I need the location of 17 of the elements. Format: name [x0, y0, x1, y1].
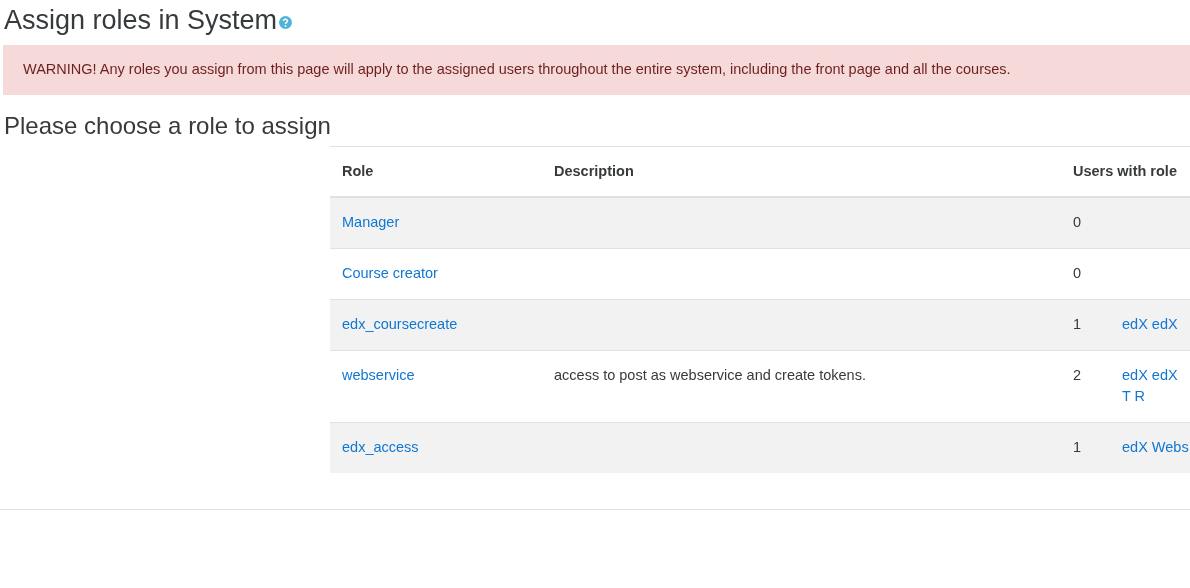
user-count: 1: [1073, 439, 1082, 456]
role-link[interactable]: Course creator: [342, 265, 438, 282]
section-title: Please choose a role to assign: [4, 111, 332, 141]
role-link[interactable]: edx_access: [342, 439, 419, 456]
user-link[interactable]: T R: [1122, 386, 1190, 409]
warning-alert: WARNING! Any roles you assign from this page will apply to the assigned users throughout the entire system, including the front page and all the courses.: [3, 45, 1190, 95]
role-link[interactable]: Manager: [342, 214, 400, 231]
user-count: 0: [1073, 214, 1082, 231]
role-description: access to post as webservice and create tokens.: [554, 366, 866, 383]
role-link[interactable]: edx_coursecreate: [342, 315, 458, 332]
help-icon[interactable]: [279, 16, 293, 29]
user-count: 0: [1073, 265, 1082, 282]
role-link[interactable]: webservice: [342, 366, 415, 383]
page-title: Assign roles in System: [4, 5, 278, 35]
user-count: 1: [1073, 315, 1082, 332]
user-count: 2: [1073, 366, 1082, 383]
user-link[interactable]: edX edX: [1122, 364, 1190, 387]
